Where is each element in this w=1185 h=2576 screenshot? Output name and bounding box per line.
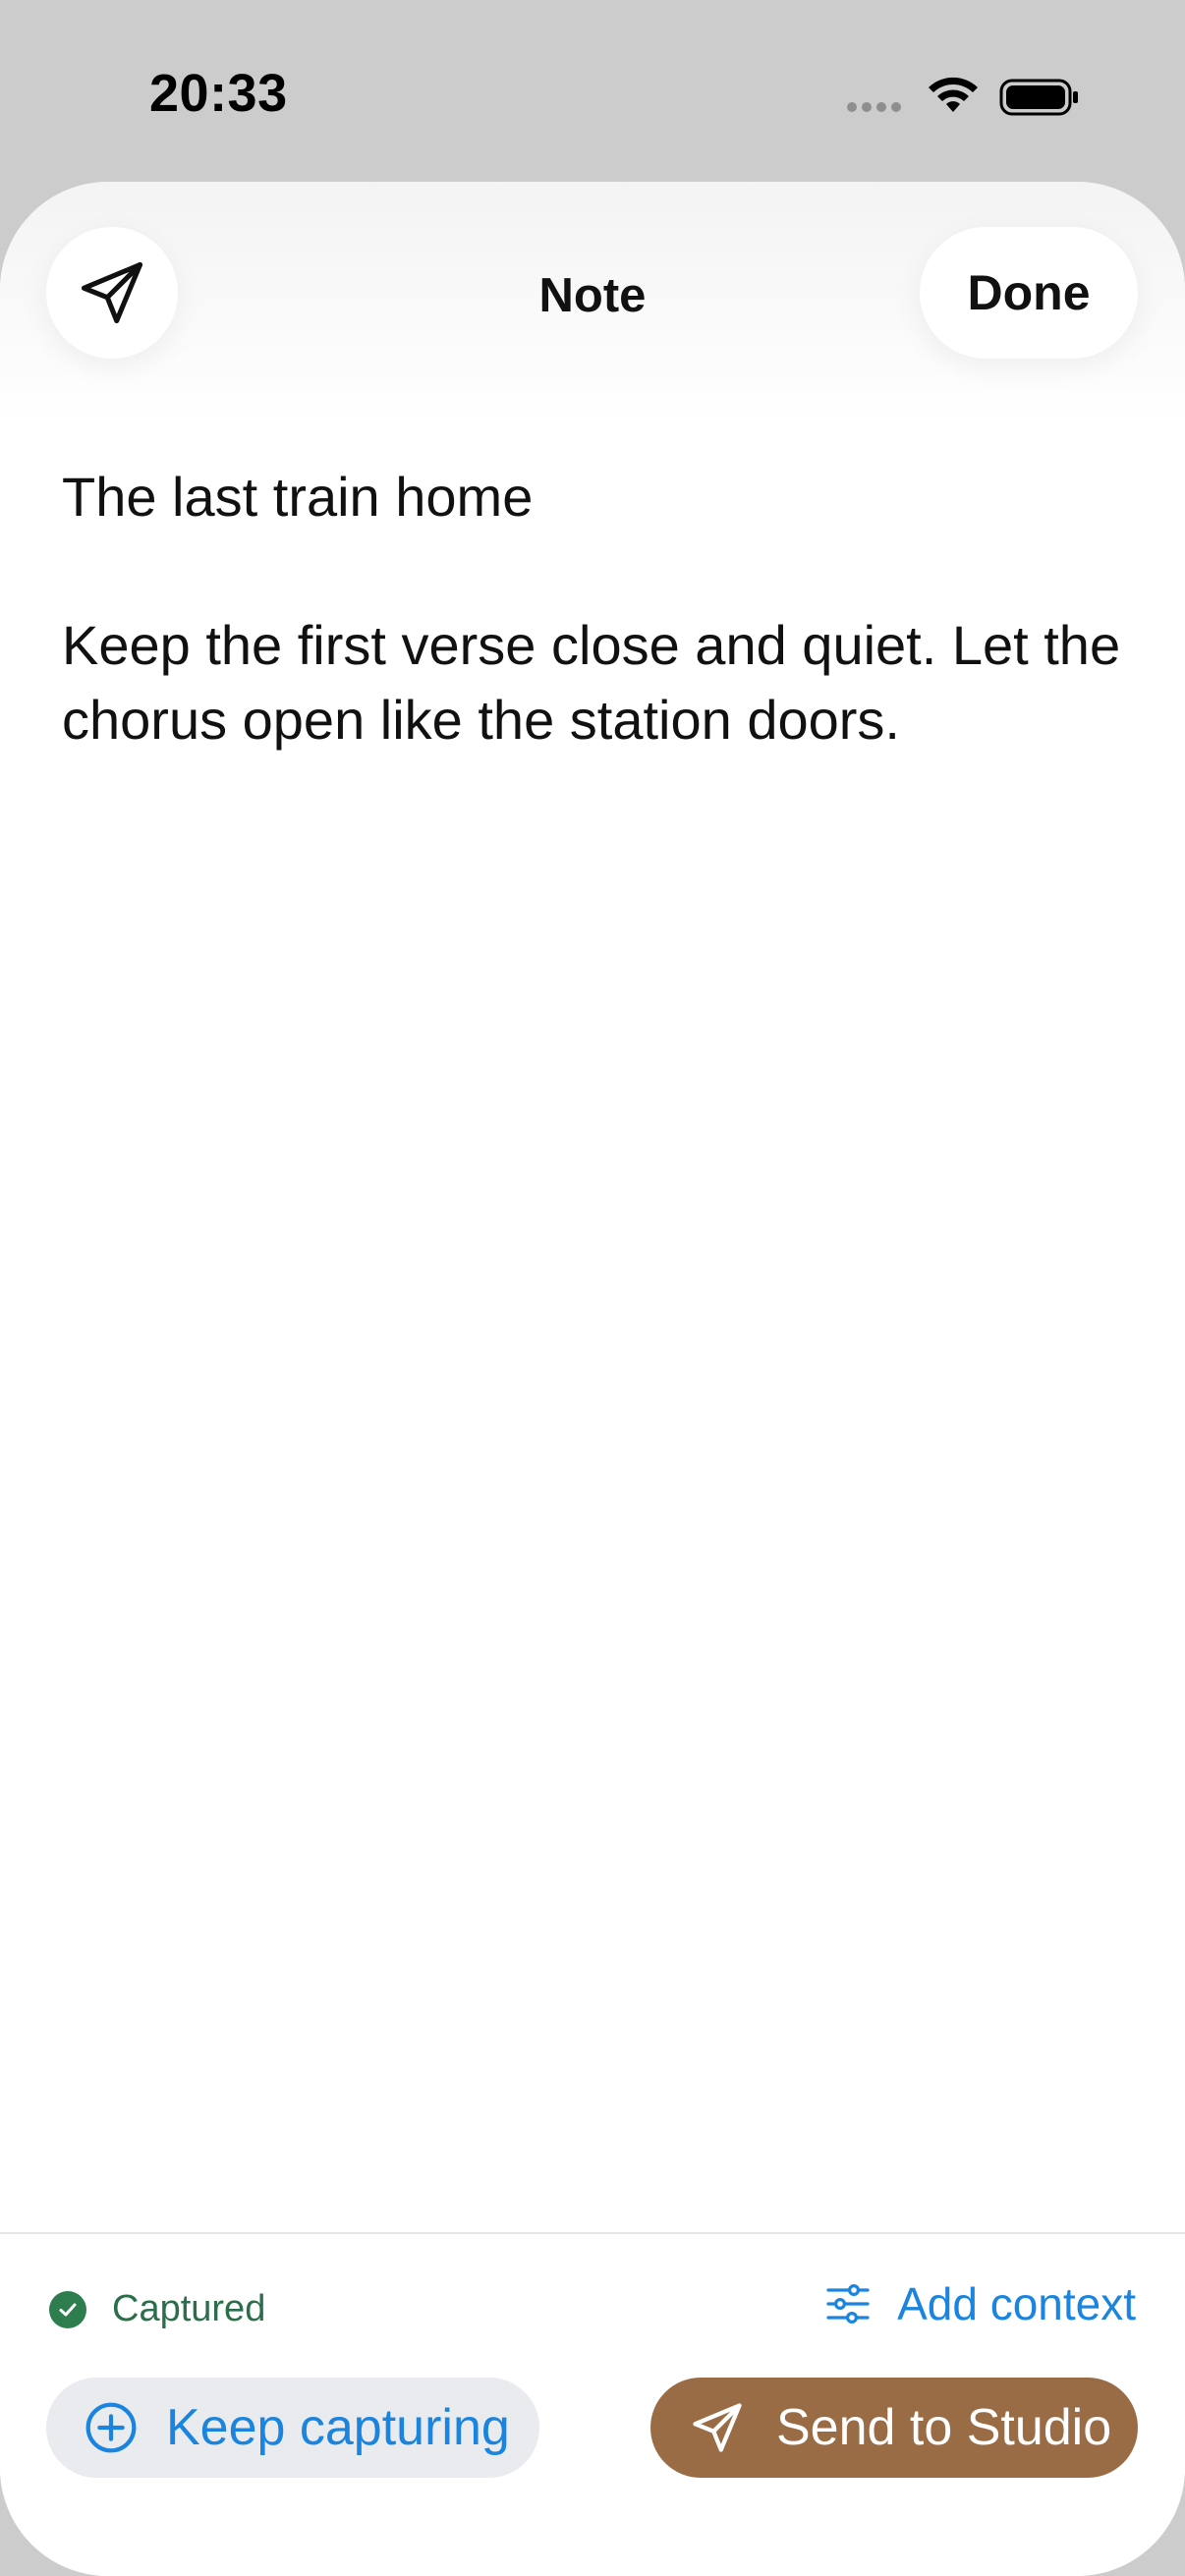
battery-icon (999, 79, 1078, 116)
note-title: The last train home (62, 466, 534, 528)
status-time: 20:33 (149, 64, 288, 123)
cellular-signal-icon (847, 102, 901, 112)
captured-label: Captured (112, 2288, 266, 2329)
send-to-studio-button[interactable]: Send to Studio (650, 2378, 1138, 2478)
keep-capturing-button[interactable]: Keep capturing (46, 2378, 539, 2478)
note-text: Keep the first verse close and quiet. Le… (62, 614, 1121, 751)
check-circle-icon (49, 2290, 86, 2328)
done-button[interactable]: Done (920, 227, 1138, 359)
note-sheet: Note Done The last train home Keep the f… (0, 182, 1185, 2576)
screen: 20:33 Note Done The last train home Keep… (0, 0, 1185, 2576)
paper-plane-icon (693, 2403, 742, 2452)
keep-capturing-label: Keep capturing (166, 2399, 510, 2456)
status-bar: 20:33 (0, 0, 1185, 182)
bottom-action-bar: Captured Add context Keep capturing Send… (0, 2232, 1185, 2576)
sheet-header: Note Done (0, 182, 1185, 427)
captured-status: Captured (49, 2288, 265, 2330)
add-context-label: Add context (897, 2278, 1136, 2329)
plus-circle-icon (85, 2402, 137, 2453)
send-to-studio-label: Send to Studio (776, 2399, 1112, 2456)
note-editor[interactable]: The last train home Keep the first verse… (62, 460, 1123, 757)
sliders-icon (826, 2283, 870, 2324)
wifi-icon (929, 77, 978, 112)
add-context-button[interactable]: Add context (824, 2277, 1136, 2330)
